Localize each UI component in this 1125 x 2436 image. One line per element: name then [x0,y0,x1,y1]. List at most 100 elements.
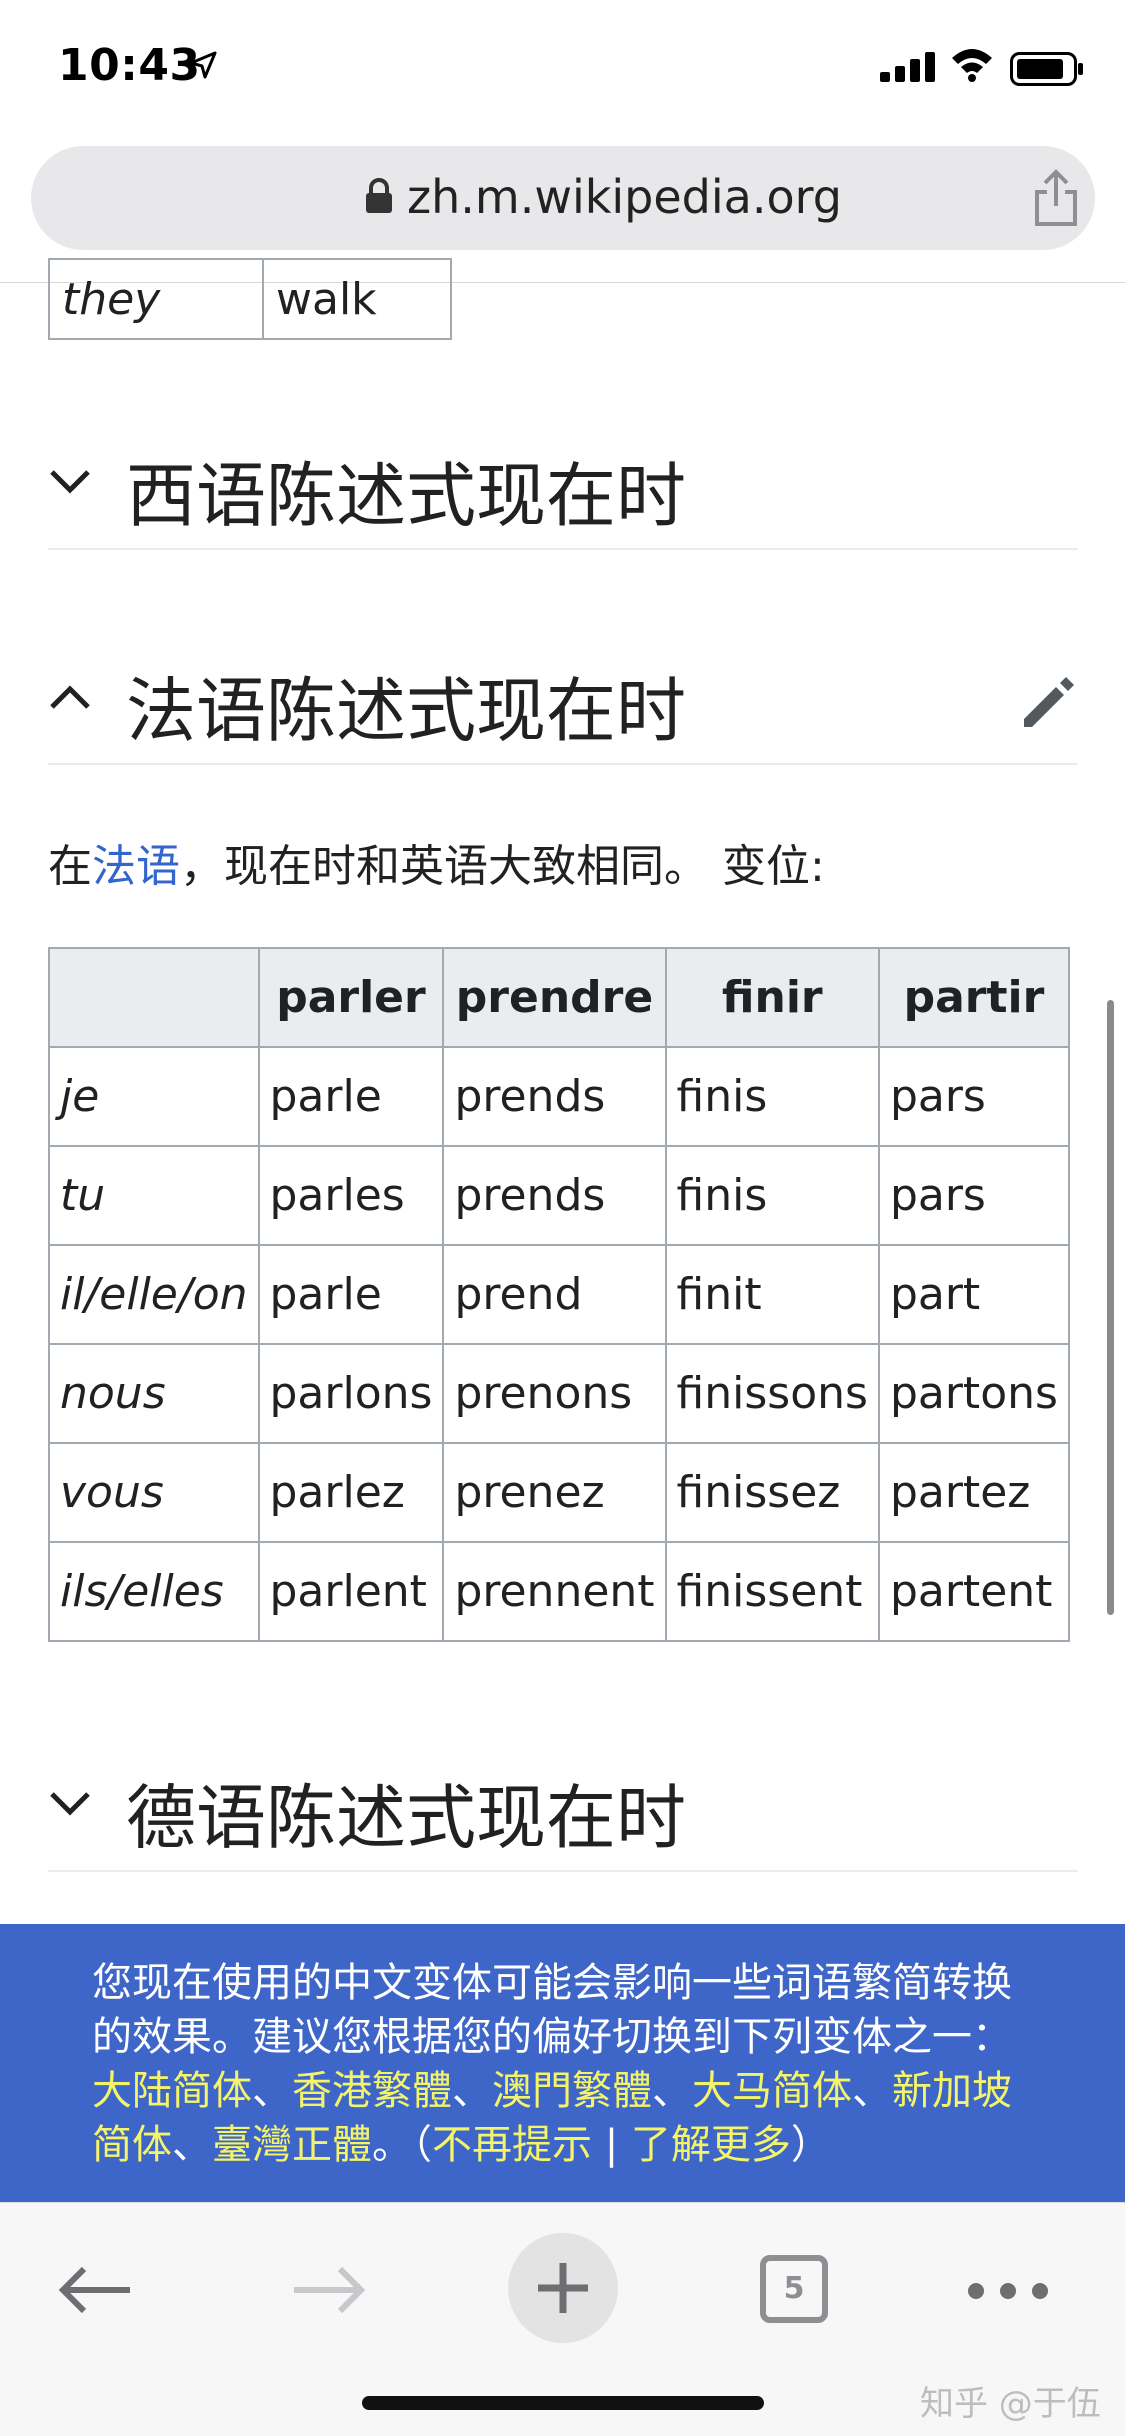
english-conjugation-table: they walk [48,258,452,340]
table-cell: prends [442,1145,667,1246]
table-row: nous parlons prenons finissons partons [48,1343,1070,1444]
section-header-spanish[interactable]: 西语陈述式现在时 [48,420,1078,550]
pronoun-cell: tu [48,1145,260,1246]
variant-link[interactable]: 大马简体 [692,2068,852,2114]
table-cell: finis [664,1145,880,1246]
section-divider [48,1870,1078,1872]
separator: 、 [652,2068,692,2114]
banner-text: 您现在使用的中文变体可能会影响一些词语繁简转换的效果。建议您根据您的偏好切换到下… [92,1960,1012,2060]
intro-prefix: 在 [48,841,92,892]
table-cell: parle [257,1244,445,1345]
variant-link[interactable]: 大陆简体 [92,2068,252,2114]
chevron-up-icon [50,685,90,709]
table-cell: prend [442,1244,667,1345]
paren-open: （ [412,2122,432,2168]
french-language-link[interactable]: 法语 [92,841,180,892]
table-cell: parlent [257,1541,445,1642]
table-cell: prends [442,1046,667,1147]
variant-link[interactable]: 臺灣正體 [212,2122,372,2168]
table-header-cell [48,947,260,1048]
chevron-down-icon [50,1792,90,1816]
table-header-cell: prendre [442,947,667,1048]
table-cell: finissez [664,1442,880,1543]
table-cell: parlez [257,1442,445,1543]
new-tab-button[interactable] [508,2233,618,2343]
pronoun-cell: nous [48,1343,260,1444]
table-header-cell: finir [664,947,880,1048]
more-options-icon[interactable] [966,2281,1050,2301]
status-time: 10:43 [58,40,201,91]
table-row: tu parles prends finis pars [48,1145,1070,1246]
paren-close: ） [790,2122,831,2168]
table-cell: partez [877,1442,1070,1543]
section-divider [48,763,1078,765]
tab-switcher-button[interactable]: 5 [760,2255,828,2323]
table-cell: parles [257,1145,445,1246]
pronoun-cell: ils/elles [48,1541,260,1642]
french-conjugation-table: parler prendre finir partir je parle pre… [48,947,1070,1642]
pronoun-cell: je [48,1046,260,1147]
table-header-cell: parler [257,947,445,1048]
dismiss-link[interactable]: 不再提示 [432,2122,592,2168]
back-arrow-icon[interactable] [58,2265,134,2315]
status-bar: 10:43 [0,0,1125,140]
section-header-german[interactable]: 德语陈述式现在时 [48,1742,1078,1872]
home-indicator[interactable] [362,2396,764,2410]
pronoun-cell: vous [48,1442,260,1543]
table-row: je parle prends finis pars [48,1046,1070,1147]
table-cell: prenez [442,1442,667,1543]
pronoun-cell: il/elle/on [48,1244,260,1345]
address-bar[interactable]: zh.m.wikipedia.org [31,146,1095,250]
table-cell: prennent [442,1541,667,1642]
french-intro-paragraph: 在法语，现在时和英语大致相同。 变位: [48,830,825,894]
table-cell: finis [664,1046,880,1147]
section-title: 德语陈述式现在时 [126,1777,686,1859]
variant-link[interactable]: 澳門繁體 [492,2068,652,2114]
separator: 、 [252,2068,292,2114]
learn-more-link[interactable]: 了解更多 [631,2122,791,2168]
table-cell: parle [257,1046,445,1147]
divider-bar: | [592,2122,631,2168]
url-text: zh.m.wikipedia.org [407,170,842,224]
share-icon[interactable] [1031,168,1081,228]
plus-icon [538,2263,588,2313]
table-cell: finissent [664,1541,880,1642]
variant-link[interactable]: 香港繁體 [292,2068,452,2114]
table-cell: they [48,258,264,340]
section-divider [48,548,1078,550]
separator: 、 [172,2122,212,2168]
pencil-edit-icon[interactable] [1020,673,1078,731]
separator: 、 [852,2068,892,2114]
separator: 、 [452,2068,492,2114]
forward-arrow-icon[interactable] [290,2265,366,2315]
table-cell: pars [877,1145,1070,1246]
language-variant-banner: 您现在使用的中文变体可能会影响一些词语繁简转换的效果。建议您根据您的偏好切换到下… [0,1924,1125,2202]
table-cell: partent [877,1541,1070,1642]
battery-icon [1010,52,1083,86]
intro-suffix: ，现在时和英语大致相同。 变位: [180,841,825,892]
lock-icon [366,178,392,213]
cellular-signal-icon [880,52,935,82]
wifi-icon [952,49,992,82]
table-cell: prenons [442,1343,667,1444]
table-cell: pars [877,1046,1070,1147]
table-cell: part [877,1244,1070,1345]
table-header-cell: partir [877,947,1070,1048]
location-arrow-icon [189,51,217,79]
table-row: they walk [48,258,452,340]
chevron-down-icon [50,470,90,494]
table-cell: walk [262,258,452,340]
table-header-row: parler prendre finir partir [48,947,1070,1048]
table-row: ils/elles parlent prennent finissent par… [48,1541,1070,1642]
table-row: vous parlez prenez finissez partez [48,1442,1070,1543]
table-cell: finissons [664,1343,880,1444]
section-header-french[interactable]: 法语陈述式现在时 [48,635,1078,765]
scroll-indicator[interactable] [1107,1000,1114,1615]
table-cell: parlons [257,1343,445,1444]
period: 。 [372,2122,412,2168]
section-title: 法语陈述式现在时 [126,670,686,752]
table-cell: finit [664,1244,880,1345]
table-row: il/elle/on parle prend finit part [48,1244,1070,1345]
section-title: 西语陈述式现在时 [126,455,686,537]
table-cell: partons [877,1343,1070,1444]
